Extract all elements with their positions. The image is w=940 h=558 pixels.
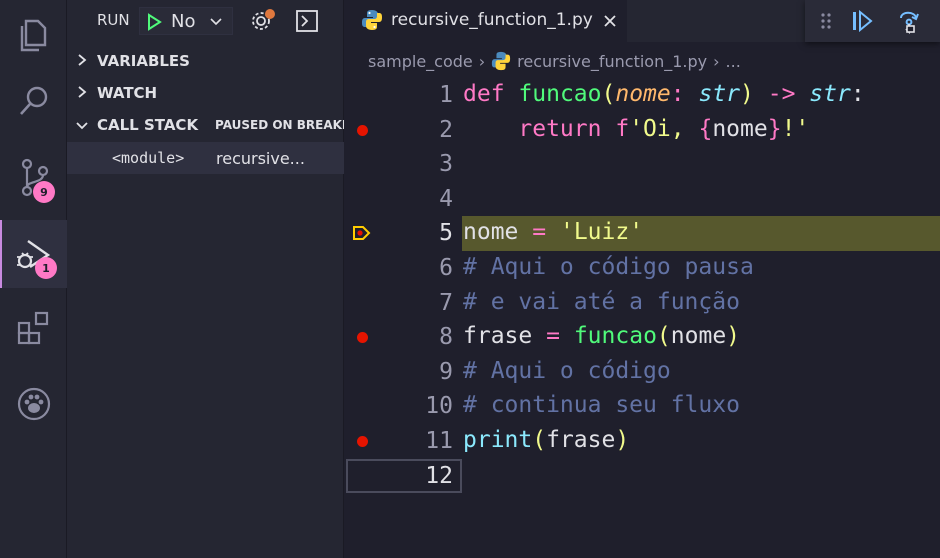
gear-icon[interactable]	[249, 9, 277, 33]
code-comment: # Aqui o código pausa	[463, 254, 754, 280]
breadcrumb-folder[interactable]: sample_code	[368, 52, 473, 71]
debug-console-icon[interactable]	[295, 9, 319, 33]
stack-frame-file: recursive...	[216, 149, 305, 168]
watch-title: WATCH	[97, 84, 158, 102]
watch-section-header[interactable]: WATCH	[67, 77, 344, 109]
launch-config-value: No	[171, 11, 196, 32]
source-control-badge: 9	[33, 181, 55, 203]
line-number: 8	[439, 324, 453, 351]
breadcrumb-separator: ›	[713, 51, 720, 71]
play-icon[interactable]	[146, 13, 162, 31]
search-button[interactable]	[0, 68, 67, 136]
tab-label: recursive_function_1.py	[391, 10, 593, 30]
current-code-line[interactable]: 5 nome = 'Luiz'	[345, 216, 940, 251]
close-icon[interactable]	[603, 14, 617, 28]
code-text: def funcao(nome: str) -> str:	[463, 81, 865, 107]
run-debug-button[interactable]: 1	[0, 220, 67, 288]
breadcrumb-more[interactable]: ...	[726, 52, 741, 71]
chevron-down-icon	[210, 18, 222, 26]
run-label: RUN	[97, 11, 130, 29]
chevron-down-icon	[76, 121, 88, 129]
breadcrumb: sample_code › recursive_function_1.py › …	[345, 42, 940, 80]
variables-title: VARIABLES	[97, 52, 190, 70]
source-control-button[interactable]: 9	[0, 144, 67, 212]
line-number: 11	[425, 428, 453, 454]
code-line[interactable]: 9 # Aqui o código	[345, 355, 940, 390]
chevron-right-icon	[78, 53, 87, 66]
search-icon	[19, 86, 47, 115]
breadcrumb-file[interactable]: recursive_function_1.py	[517, 52, 707, 71]
code-line[interactable]: 12	[345, 458, 940, 494]
code-comment: # continua seu fluxo	[463, 392, 740, 419]
code-line[interactable]: 10 # continua seu fluxo	[345, 389, 940, 424]
line-number: 10	[425, 393, 453, 420]
run-debug-badge: 1	[35, 257, 57, 279]
extensions-icon	[17, 311, 48, 345]
code-line[interactable]: 2 return f'Oi, {nome}!'	[345, 113, 940, 148]
code-line[interactable]: 7 # e vai até a função	[345, 286, 940, 321]
code-text: print(frase)	[463, 427, 630, 453]
code-comment: # e vai até a função	[463, 288, 740, 315]
continue-icon[interactable]	[851, 10, 873, 32]
explorer-button[interactable]	[0, 0, 67, 68]
line-number: 5	[439, 220, 453, 247]
call-stack-title: CALL STACK	[97, 116, 199, 134]
code-line[interactable]: 11 print(frase)	[345, 424, 940, 459]
code-line[interactable]: 4	[345, 182, 940, 217]
code-line[interactable]: 3	[345, 147, 940, 182]
debug-toolbar	[805, 0, 940, 42]
launch-config-select[interactable]: No	[139, 7, 233, 35]
tab-recursive-function[interactable]: recursive_function_1.py	[345, 0, 627, 42]
call-stack-section-header[interactable]: CALL STACK PAUSED ON BREAKP	[67, 109, 344, 141]
step-over-icon[interactable]	[897, 8, 921, 34]
python-icon	[492, 51, 511, 71]
code-text: frase = funcao(nome)	[463, 323, 741, 350]
code-line[interactable]: 8 frase = funcao(nome)	[345, 320, 940, 355]
run-toolbar: RUN No	[67, 0, 344, 42]
files-icon	[20, 19, 46, 52]
code-line[interactable]: 1 def funcao(nome: str) -> str:	[345, 78, 940, 113]
code-text: nome = 'Luiz'	[463, 219, 644, 246]
variables-section-header[interactable]: VARIABLES	[67, 45, 344, 77]
line-number: 3	[439, 151, 453, 178]
line-number: 9	[439, 358, 453, 385]
paw-extension-button[interactable]	[0, 370, 67, 438]
line-number: 1	[439, 82, 453, 108]
activity-bar: 9 1	[0, 0, 67, 558]
line-number: 12	[425, 462, 453, 489]
call-stack-frame[interactable]: <module> recursive...	[67, 142, 344, 174]
tab-bar: recursive_function_1.py	[345, 0, 940, 42]
line-number: 2	[439, 116, 453, 143]
drag-handle-icon[interactable]	[821, 12, 831, 30]
stack-frame-name: <module>	[112, 149, 185, 167]
breadcrumb-separator: ›	[478, 51, 486, 71]
chevron-right-icon	[78, 85, 87, 98]
line-number: 6	[439, 255, 453, 281]
python-icon	[362, 10, 382, 30]
editor: recursive_function_1.py sample_code › re…	[345, 0, 940, 558]
line-number: 4	[439, 185, 453, 212]
extensions-button[interactable]	[0, 294, 67, 362]
call-stack-status: PAUSED ON BREAKP	[215, 118, 344, 132]
code-text: return f'Oi, {nome}!'	[518, 115, 810, 142]
run-debug-sidebar: RUN No VARIABLES WATCH CALL STACK PAUSED…	[67, 0, 344, 558]
code-line[interactable]: 6 # Aqui o código pausa	[345, 251, 940, 286]
line-number: 7	[439, 289, 453, 316]
code-comment: # Aqui o código	[463, 357, 671, 384]
paw-icon	[17, 387, 50, 421]
